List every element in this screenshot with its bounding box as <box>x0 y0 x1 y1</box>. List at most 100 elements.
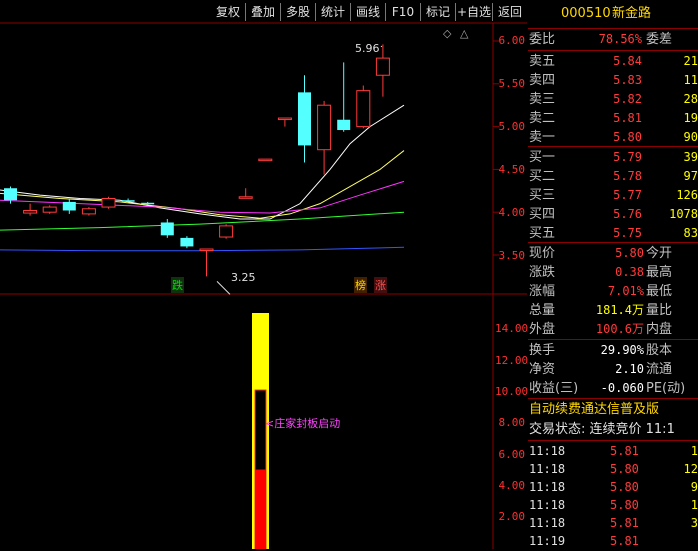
indicator-axis-label: 8.00 <box>498 416 526 429</box>
buy-volume: 97 <box>683 169 698 183</box>
buy-row[interactable]: 买五 5.75 83 <box>528 224 698 243</box>
sell-row[interactable]: 卖一 5.80 90 <box>528 128 698 147</box>
trade-status-text: 交易状态: 连续竞价 11:1 <box>529 422 675 437</box>
stats2-label: 换手 <box>529 343 556 358</box>
divider <box>528 146 698 147</box>
toolbar-diejia-button[interactable]: 叠加 <box>246 2 280 22</box>
weicha-label: 委差 <box>646 32 673 47</box>
buy-volume: 1078 <box>669 207 698 221</box>
kline-chart[interactable] <box>0 0 527 549</box>
candle-body-down <box>337 119 351 131</box>
tick-time: 11:18 <box>529 498 566 512</box>
triangle-up-icon[interactable]: △ <box>460 27 468 40</box>
stats-row: 现价 5.80 今开 <box>528 244 698 263</box>
toolbar-biaoji-button[interactable]: 标记 <box>421 2 455 22</box>
tag-die[interactable]: 跌 <box>171 277 184 293</box>
candle-body-up <box>375 57 390 76</box>
stock-name: 新金路 <box>612 6 652 21</box>
sell-volume: 19 <box>683 111 698 125</box>
candle-body-up <box>219 225 234 238</box>
stock-code: 000510 <box>561 6 611 21</box>
candle-body-up <box>23 209 38 214</box>
buy-row[interactable]: 买一 5.79 39 <box>528 148 698 167</box>
stats-value: 5.80 <box>615 246 644 260</box>
candle-body-down <box>180 237 194 247</box>
chart-area[interactable]: 复权 叠加 多股 统计 画线 F10 标记 +自选 返回 ◇ △ 6.00 5.… <box>0 0 529 549</box>
promo-text: 自动续费通达信普及版 <box>529 402 660 417</box>
buy-label: 买四 <box>529 207 556 222</box>
tick-volume: 1 <box>690 498 698 512</box>
tick-price: 5.81 <box>610 534 639 548</box>
arrow-left-icon: < <box>265 417 275 430</box>
tick-time: 11:18 <box>529 480 566 494</box>
buy-price: 5.77 <box>613 188 642 202</box>
divider <box>528 28 698 29</box>
buy-price: 5.75 <box>613 226 642 240</box>
sell-row[interactable]: 卖四 5.83 11 <box>528 71 698 90</box>
moving-average-line <box>0 150 405 219</box>
buy-price: 5.76 <box>613 207 642 221</box>
candle-body-down <box>298 92 311 146</box>
tick-row: 11:18 5.80 9 <box>528 478 698 497</box>
indicator-axis-label: 14.00 <box>495 322 529 335</box>
toolbar-fuquan-button[interactable]: 复权 <box>211 2 245 22</box>
stats-value: 0.38 <box>615 265 644 279</box>
buy-row[interactable]: 买四 5.76 1078 <box>528 205 698 224</box>
buy-row[interactable]: 买三 5.77 126 <box>528 186 698 205</box>
toolbar-duogu-button[interactable]: 多股 <box>281 2 315 22</box>
buy-label: 买三 <box>529 188 556 203</box>
buy-volume: 126 <box>676 188 698 202</box>
buy-row[interactable]: 买二 5.78 97 <box>528 167 698 186</box>
promo-link[interactable]: 自动续费通达信普及版 <box>528 400 698 419</box>
candle-body-up <box>356 90 371 128</box>
divider <box>528 339 698 340</box>
stats2-row: 净资 2.10 流通 <box>528 360 698 379</box>
tick-price: 5.80 <box>610 480 639 494</box>
price-axis-label: 5.50 <box>498 77 526 90</box>
stock-header[interactable]: 000510 新金路 <box>528 0 698 28</box>
buy-price: 5.78 <box>613 169 642 183</box>
toolbar-zixuan-button[interactable]: +自选 <box>456 2 492 22</box>
sell-row[interactable]: 卖三 5.82 28 <box>528 90 698 109</box>
sell-price: 5.84 <box>613 54 642 68</box>
stats-label2: 今开 <box>646 246 673 261</box>
stats-row: 总量 181.4万 量比 <box>528 301 698 320</box>
tag-zhang[interactable]: 涨 <box>374 277 387 293</box>
price-axis-label: 6.00 <box>498 34 526 47</box>
candle-body-down <box>121 200 135 202</box>
tick-row: 11:19 5.81 <box>528 532 698 551</box>
stats-label2: 内盘 <box>646 322 673 337</box>
indicator-signal-label: 庄家封板启动 <box>274 417 341 430</box>
toolbar-f10-button[interactable]: F10 <box>386 2 420 22</box>
buy-label: 买一 <box>529 150 556 165</box>
buy-volume: 39 <box>683 150 698 164</box>
sell-row[interactable]: 卖五 5.84 21 <box>528 52 698 71</box>
stats2-label2: 股本 <box>646 343 673 358</box>
toolbar-fanhui-button[interactable]: 返回 <box>493 2 527 22</box>
tick-row: 11:18 5.81 3 <box>528 514 698 533</box>
toolbar-huaxian-button[interactable]: 画线 <box>351 2 385 22</box>
diamond-icon[interactable]: ◇ <box>443 27 451 40</box>
stats2-value: 2.10 <box>615 362 644 376</box>
sell-label: 卖一 <box>529 130 556 145</box>
candle-body-up <box>277 117 292 121</box>
stats-row: 外盘 100.6万 内盘 <box>528 320 698 339</box>
tick-price: 5.81 <box>610 444 639 458</box>
stats2-row: 收益(三) -0.060 PE(动) <box>528 379 698 398</box>
divider <box>528 440 698 441</box>
sell-price: 5.83 <box>613 73 642 87</box>
tick-price: 5.81 <box>610 516 639 530</box>
trade-status: 交易状态: 连续竞价 11:1 <box>528 420 698 439</box>
price-axis-label: 4.50 <box>498 163 526 176</box>
tag-bang[interactable]: 榜 <box>354 277 367 293</box>
buy-volume: 83 <box>683 226 698 240</box>
tick-row: 11:18 5.80 12 <box>528 460 698 479</box>
stats-row: 涨幅 7.01% 最低 <box>528 282 698 301</box>
sell-row[interactable]: 卖二 5.81 19 <box>528 109 698 128</box>
toolbar-tongji-button[interactable]: 统计 <box>316 2 350 22</box>
stats-label2: 最低 <box>646 284 673 299</box>
tick-volume: 12 <box>683 462 698 476</box>
tick-time: 11:18 <box>529 462 566 476</box>
sell-volume: 90 <box>683 130 698 144</box>
sell-label: 卖二 <box>529 111 556 126</box>
